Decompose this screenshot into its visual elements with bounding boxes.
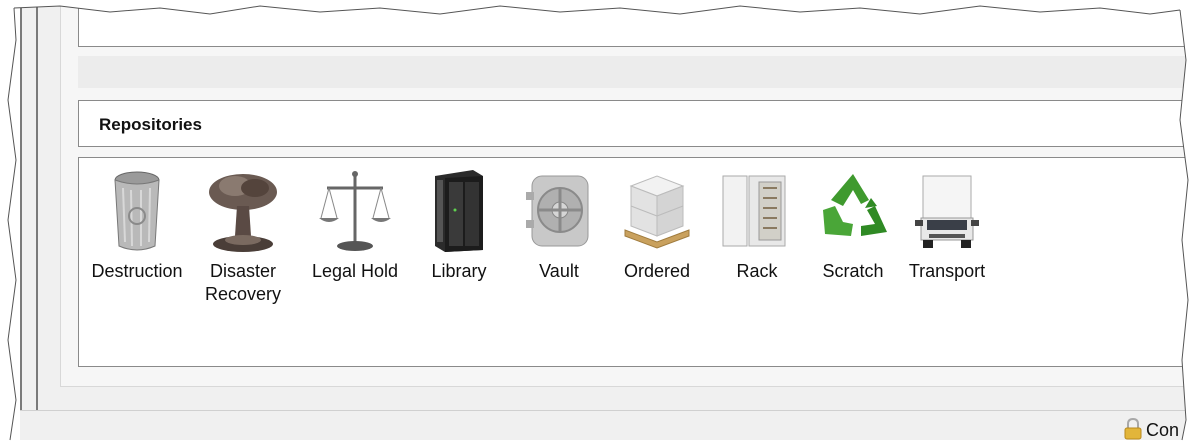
- torn-edge-frame: [0, 0, 1195, 445]
